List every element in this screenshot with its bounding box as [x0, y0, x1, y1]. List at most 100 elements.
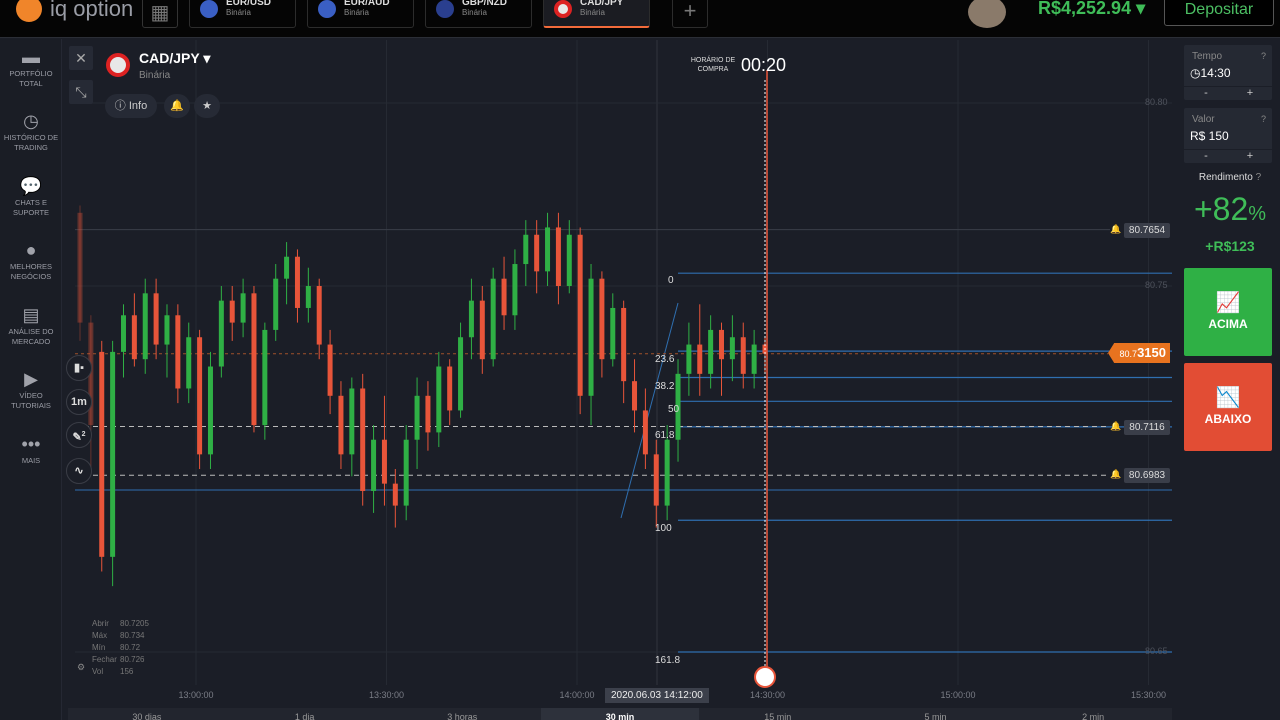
timeframe-option[interactable]: 30 dias [68, 708, 226, 720]
put-button[interactable]: 📉 ABAIXO [1184, 363, 1272, 451]
candle-body [501, 278, 507, 316]
candle-body [240, 293, 246, 323]
ohlc-key: Vol [92, 667, 104, 676]
time-label: Tempo [1192, 51, 1223, 62]
chart-down-icon: 📉 [1215, 387, 1241, 409]
timeframe-option[interactable]: 15 min [699, 708, 857, 720]
candle-body [218, 300, 224, 367]
amount-plus-button[interactable]: + [1228, 150, 1272, 163]
ohlc-value: 80.726 [120, 655, 145, 664]
candle-body [642, 410, 648, 455]
call-label: ACIMA [1208, 317, 1248, 331]
amount-value[interactable]: R$ 150 [1190, 129, 1229, 143]
candle-body [153, 293, 159, 345]
cursor-time-label: 2020.06.03 14:12:00 [605, 688, 709, 703]
fib-level-label: 50 [668, 404, 680, 416]
candle-body [436, 366, 442, 433]
amount-minus-button[interactable]: - [1184, 150, 1228, 163]
timeframe-button[interactable]: 1m [66, 389, 92, 415]
candle-body [523, 234, 529, 265]
alert-bell-icon[interactable]: 🔔 [1110, 469, 1121, 480]
candle-body [588, 278, 594, 396]
amount-selector[interactable]: Valor? R$ 150 - + [1184, 108, 1272, 163]
purchase-time-label: HORÁRIO DE COMPRA [690, 57, 736, 73]
clock-icon: ◷ [1190, 66, 1201, 80]
help-icon[interactable]: ? [1256, 172, 1262, 183]
candle-body [697, 344, 703, 374]
alert-bell-icon[interactable]: 🔔 [1110, 224, 1121, 235]
put-label: ABAIXO [1204, 412, 1252, 426]
ohlc-key: Fechar [92, 655, 117, 664]
candle-body [599, 278, 605, 360]
candle-body [327, 344, 333, 396]
collapse-icon[interactable]: ⤡ [69, 80, 93, 104]
timeframe-option[interactable]: 30 min [541, 708, 699, 720]
candle-body [262, 329, 268, 426]
percent-sign: % [1248, 203, 1267, 225]
candle-body [566, 234, 572, 286]
ohlc-row: Vol 156 [92, 666, 133, 678]
candle-body [284, 256, 290, 279]
candle-body [653, 454, 659, 506]
timeframe-option[interactable]: 5 min [857, 708, 1015, 720]
candle-body [305, 286, 311, 308]
candle-body [686, 344, 692, 374]
help-icon[interactable]: ? [1261, 51, 1266, 61]
payout-value: +R$123 [1205, 238, 1255, 254]
candle-body [110, 351, 116, 557]
timeframe-option[interactable]: 3 horas [383, 708, 541, 720]
ohlc-key: Máx [92, 631, 108, 640]
chart-type-button[interactable]: ▮▪ [66, 355, 92, 381]
fib-level-label: 100 [655, 523, 672, 535]
bell-icon[interactable]: 🔔 [164, 94, 190, 118]
time-plus-button[interactable]: + [1228, 87, 1272, 100]
alert-price-label: 80.6983 [1124, 468, 1170, 484]
ohlc-row: Mín 80.72 [92, 642, 140, 654]
info-button[interactable]: ⓘ Info [105, 94, 157, 118]
alert-price-label: 80.7654 [1124, 222, 1170, 238]
candle-body [175, 315, 181, 389]
ohlc-row: Fechar 80.726 [92, 654, 144, 666]
call-button[interactable]: 📈 ACIMA [1184, 268, 1272, 356]
current-price-prefix: 80.7 [1119, 349, 1138, 359]
settings-icon[interactable]: ⚙ [77, 662, 85, 673]
price-tick-label: 80.75 [1145, 280, 1168, 290]
alert-bell-icon[interactable]: 🔔 [1110, 421, 1121, 432]
candle-body [577, 234, 583, 396]
candle-body [392, 483, 398, 506]
ohlc-key: Abrir [92, 619, 109, 628]
timeframe-option[interactable]: 1 dia [226, 708, 384, 720]
fib-level-label: 23.6 [655, 354, 675, 366]
indicators-button[interactable]: ∿ [66, 458, 92, 484]
candle-body [294, 256, 300, 308]
time-minus-button[interactable]: - [1184, 87, 1228, 100]
star-icon[interactable]: ★ [194, 94, 220, 118]
pencil-icon: ✎ [72, 431, 82, 444]
candle-body [338, 395, 344, 455]
drawings-count: 2 [81, 431, 86, 438]
help-icon[interactable]: ? [1261, 114, 1266, 124]
ohlc-value: 80.734 [120, 631, 145, 640]
drawing-tools-button[interactable]: ✎2 [66, 422, 92, 448]
close-chart-button[interactable]: ✕ [69, 46, 93, 70]
asset-selector[interactable]: CAD/JPY ▾ [139, 50, 210, 67]
candle-body [708, 329, 714, 374]
payout-label: Rendimento [1198, 172, 1253, 183]
asset-type: Binária [139, 70, 171, 81]
current-price-tag: 80.73150 [1108, 343, 1170, 363]
fib-level-label: 0 [668, 275, 674, 287]
time-selector[interactable]: Tempo? ◷14:30 - + [1184, 45, 1272, 100]
candle-body [251, 293, 257, 426]
candle-body [729, 337, 735, 360]
candle-body [610, 307, 616, 360]
candle-body [371, 439, 377, 491]
candle-body [273, 278, 279, 330]
candle-body [664, 439, 670, 506]
candle-body [740, 337, 746, 374]
price-chart[interactable] [0, 0, 1280, 720]
candle-body [131, 315, 137, 360]
candle-body [751, 344, 757, 374]
timeframe-option[interactable]: 2 min [1014, 708, 1172, 720]
candle-body [719, 329, 725, 360]
time-tick-label: 14:00:00 [559, 690, 595, 700]
